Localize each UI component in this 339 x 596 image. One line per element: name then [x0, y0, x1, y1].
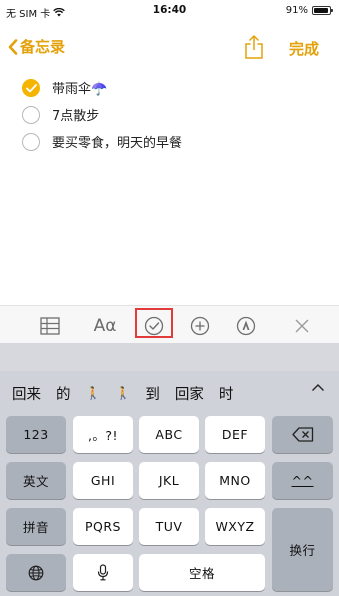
key-mno[interactable]: MNO	[205, 462, 265, 499]
markup-icon	[236, 316, 256, 336]
key-jkl[interactable]: JKL	[139, 462, 199, 499]
globe-icon	[28, 565, 44, 580]
add-icon	[190, 316, 210, 336]
candidate-word[interactable]: 🚶	[115, 386, 130, 400]
checklist-item[interactable]: 7点散步	[22, 101, 182, 128]
candidate-word[interactable]: 🚶	[86, 386, 101, 400]
status-bar: 无 SIM 卡 16:40 91%	[0, 0, 339, 20]
highlight-box	[135, 308, 173, 338]
key-pqrs[interactable]: PQRS	[73, 508, 133, 545]
checklist: 带雨伞☂️ 7点散步 要买零食，明天的早餐	[22, 74, 182, 155]
key-pinyin[interactable]: 拼音	[6, 508, 66, 545]
key-english[interactable]: 英文	[6, 462, 66, 499]
key-abc[interactable]: ABC	[139, 416, 199, 453]
checklist-item[interactable]: 带雨伞☂️	[22, 74, 182, 101]
share-icon[interactable]	[243, 34, 265, 60]
battery-icon	[312, 6, 333, 15]
checklist-item-text[interactable]: 7点散步	[52, 105, 99, 124]
chevron-left-icon	[8, 38, 18, 55]
candidate-word[interactable]: 时	[219, 383, 234, 404]
checklist-item[interactable]: 要买零食，明天的早餐	[22, 128, 182, 155]
candidate-bar: 回来 的 🚶 🚶 到 回家 时	[0, 371, 339, 415]
table-icon	[40, 317, 60, 335]
delete-icon	[291, 427, 313, 442]
text-format-icon: Aα	[93, 316, 117, 336]
key-ghi[interactable]: GHI	[73, 462, 133, 499]
nav-bar: 备忘录 完成	[0, 28, 339, 68]
microphone-key[interactable]	[73, 554, 133, 591]
candidate-word[interactable]: 的	[56, 383, 71, 404]
close-icon	[295, 319, 309, 333]
candidate-word[interactable]: 回来	[12, 383, 41, 404]
microphone-icon	[97, 564, 109, 581]
key-emoticon[interactable]: ^^	[272, 462, 333, 499]
candidate-word[interactable]: 回家	[175, 383, 204, 404]
notes-screen: 无 SIM 卡 16:40 91% 备忘录 完成 带雨伞☂️ 7点散步 要买零食…	[0, 0, 339, 596]
status-right: 91%	[285, 5, 333, 16]
checkbox-unchecked[interactable]	[22, 132, 40, 151]
checkbox-checked[interactable]	[22, 78, 40, 97]
keyboard-top-bar	[0, 343, 339, 371]
done-button[interactable]: 完成	[289, 38, 319, 59]
globe-key[interactable]	[6, 554, 66, 591]
candidate-word[interactable]: 到	[145, 383, 160, 404]
text-format-button[interactable]: Aα	[88, 312, 122, 340]
back-label: 备忘录	[20, 38, 66, 56]
checkmark-icon	[26, 83, 37, 92]
battery-fill	[314, 8, 328, 13]
close-button[interactable]	[288, 312, 316, 340]
checkbox-unchecked[interactable]	[22, 105, 40, 124]
battery-percent: 91%	[285, 5, 308, 16]
key-123[interactable]: 123	[6, 416, 66, 453]
keyboard: 回来 的 🚶 🚶 到 回家 时 123 ,。?! ABC DEF 英文 GHI …	[0, 343, 339, 596]
key-punctuation[interactable]: ,。?!	[73, 416, 133, 453]
key-wxyz[interactable]: WXYZ	[205, 508, 265, 545]
add-button[interactable]	[186, 312, 214, 340]
back-button[interactable]: 备忘录	[8, 36, 65, 57]
table-button[interactable]	[36, 312, 64, 340]
delete-key[interactable]	[272, 416, 333, 453]
chevron-up-icon[interactable]	[311, 383, 325, 392]
checklist-item-text[interactable]: 要买零食，明天的早餐	[52, 132, 182, 151]
markup-button[interactable]	[232, 312, 260, 340]
checklist-item-text[interactable]: 带雨伞☂️	[52, 78, 107, 97]
return-key[interactable]: 换行	[272, 508, 333, 591]
key-def[interactable]: DEF	[205, 416, 265, 453]
key-tuv[interactable]: TUV	[139, 508, 199, 545]
space-key[interactable]: 空格	[139, 554, 265, 591]
